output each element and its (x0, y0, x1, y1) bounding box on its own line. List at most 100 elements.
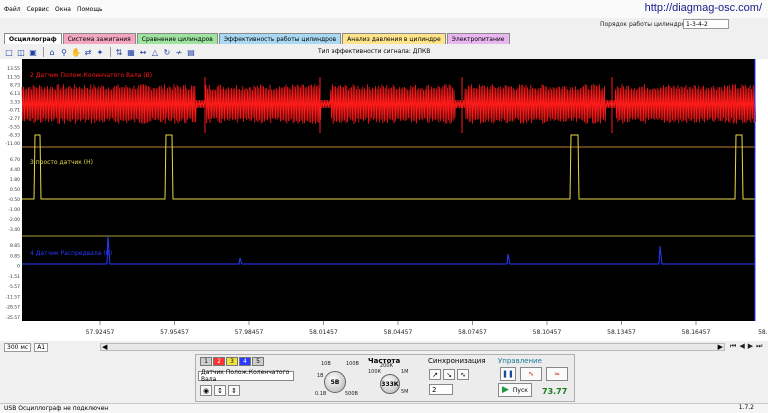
ch2-tick-label: 4.40 (10, 167, 20, 173)
tab-cylinder-efficiency[interactable]: Эффективность работы цилиндров (218, 33, 342, 44)
toolbar-separator (110, 47, 111, 57)
scroll-left-icon[interactable]: ◀ (102, 343, 107, 351)
time-tick-label: 58.16457 (682, 329, 711, 336)
sensor-select[interactable]: Датчик Полож.Коленчатого Вала (198, 369, 294, 383)
channel-select[interactable]: A1 (34, 342, 49, 352)
filter-icon[interactable]: △ (150, 47, 160, 57)
sync-icon[interactable]: ↻ (162, 47, 172, 57)
channel-tab-4[interactable]: 4 (239, 357, 251, 366)
signal-view-icon[interactable]: ∿ (520, 367, 542, 381)
eye-icon[interactable]: ◉ (200, 385, 212, 396)
ch1-tick-label: -11.00 (5, 141, 20, 147)
time-tick-label: 58.10457 (533, 329, 562, 336)
ch2-tick-label: -2.00 (8, 217, 20, 223)
tab-ignition[interactable]: Система зажигания (62, 33, 136, 44)
freq-range-label: 100К (368, 369, 382, 375)
last-page-icon[interactable]: ⏭ (756, 342, 762, 351)
ch1-tick-label: 11.55 (7, 74, 20, 80)
waveform-icon[interactable]: ≈ (546, 367, 568, 381)
sync-channel-select[interactable]: 2 (429, 384, 453, 395)
channel-tabs: 1 2 3 4 5 (200, 357, 265, 366)
control-panel: 1 2 3 4 5 Датчик Полож.Коленчатого Вала … (195, 354, 575, 402)
offset-icon[interactable]: ⇕ (228, 385, 240, 396)
hand-icon[interactable]: ✋ (71, 47, 81, 57)
ch1-tick-label: 8.73 (10, 83, 20, 89)
first-page-icon[interactable]: ⏮ (730, 342, 736, 351)
pause-icon[interactable]: ❚❚ (500, 367, 516, 381)
ch1-label: 2 Датчик Полож.Коленчатого Вала (В) (30, 72, 152, 79)
next-page-icon[interactable]: ▶ (748, 342, 753, 351)
channel-tab-1[interactable]: 1 (200, 357, 212, 366)
toolbar: □ ◫ ▣ ⌂ ⚲ ✋ ⇄ ✦ ⇅ ▦ ↔ △ ↻ ≁ ▤ (4, 45, 198, 59)
ch3-tick-label: -5.57 (8, 284, 20, 290)
oscilloscope-display[interactable]: 13.55 11.55 8.73 6.13 3.33 -0.71 -2.77 -5.55 -8.… (0, 59, 768, 341)
ch3-tick-label: -35.57 (5, 315, 20, 321)
freq-range-label: 5М (401, 389, 409, 395)
site-link[interactable]: http://diagmag-osc.com/ (645, 2, 762, 14)
save-icon[interactable]: ▣ (28, 47, 38, 57)
volt-range-label: 10В (321, 361, 331, 367)
tab-cylinder-compare[interactable]: Сравнение цилиндров (136, 33, 218, 44)
oscilloscope-plot[interactable]: 13.55 11.55 8.73 6.13 3.33 -0.71 -2.77 -5.55 -8.… (0, 59, 768, 341)
volt-knob[interactable]: 5В (324, 371, 346, 393)
status-text: USB Осциллограф не подключен (4, 405, 109, 412)
time-tick-label: 58.1945 (758, 329, 768, 336)
range-icon[interactable]: ↔ (138, 47, 148, 57)
counter-value: 73.77 (542, 387, 568, 396)
cylinder-order-label: Порядок работы цилиндров: (600, 21, 691, 28)
open-folder-icon[interactable]: ◫ (16, 47, 26, 57)
channel-tab-5[interactable]: 5 (252, 357, 264, 366)
timebase-select[interactable]: 300 мс (4, 342, 32, 352)
tab-power[interactable]: Электропитание (446, 33, 510, 44)
grid-icon[interactable]: ▦ (126, 47, 136, 57)
volt-range-label: 100В (346, 361, 359, 367)
ch2-tick-label: 6.70 (10, 157, 20, 163)
new-file-icon[interactable]: □ (4, 47, 14, 57)
ch2-tick-label: 1.80 (10, 177, 20, 183)
ch2-tick-label: -1.00 (8, 207, 20, 213)
menu-service[interactable]: Сервис (27, 6, 49, 13)
signal-type-label[interactable]: Тип эффективности сигнала: ДПКВ (318, 48, 430, 55)
sync-auto-icon[interactable]: ∿ (457, 369, 469, 380)
prev-page-icon[interactable]: ◀ (739, 342, 744, 351)
menu-file[interactable]: Файл (4, 6, 21, 13)
ch1-tick-label: -5.55 (8, 124, 20, 130)
time-scrollbar[interactable]: ◀ ▶ (100, 343, 725, 351)
cursor-icon[interactable]: ✦ (95, 47, 105, 57)
measure-icon[interactable]: ⇄ (83, 47, 93, 57)
cylinder-order-select[interactable]: 1-3-4-2 (683, 19, 729, 29)
sync-fall-icon[interactable]: ↘ (443, 369, 455, 380)
nav-buttons: ⏮ ◀ ▶ ⏭ (730, 342, 765, 351)
volt-range-label: 0.1В (315, 391, 327, 397)
start-button[interactable]: ▶ Пуск (498, 383, 532, 397)
invert-icon[interactable]: ↕ (214, 385, 226, 396)
ch1-tick-label: -8.33 (8, 133, 20, 139)
channel-tab-2[interactable]: 2 (213, 357, 225, 366)
home-icon[interactable]: ⌂ (47, 47, 57, 57)
channel-tab-3[interactable]: 3 (226, 357, 238, 366)
ch3-label: 4 Датчик Распредвала (В) (30, 250, 112, 257)
tab-cylinder-pressure[interactable]: Анализ давления в цилиндре (342, 33, 446, 44)
frequency-knob[interactable]: 333К (380, 374, 400, 394)
time-tick-label: 57.98457 (235, 329, 264, 336)
ch2-tick-label: -3.40 (8, 227, 20, 233)
ch2-tick-label: 0.50 (10, 187, 20, 193)
fft-icon[interactable]: ≁ (174, 47, 184, 57)
start-label: Пуск (512, 386, 528, 394)
scroll-right-icon[interactable]: ▶ (718, 343, 723, 351)
volt-range-label: 500В (345, 391, 358, 397)
sync-rise-icon[interactable]: ↗ (429, 369, 441, 380)
zoom-icon[interactable]: ⚲ (59, 47, 69, 57)
table-icon[interactable]: ▤ (186, 47, 196, 57)
split-icon[interactable]: ⇅ (114, 47, 124, 57)
menu-windows[interactable]: Окна (55, 6, 71, 13)
freq-range-label: 1М (401, 369, 409, 375)
main-tabs: Осциллограф Система зажигания Сравнение … (4, 33, 511, 44)
ch1-tick-label: 3.33 (10, 99, 20, 105)
time-tick-label: 58.01457 (309, 329, 338, 336)
ch1-tick-label: 13.55 (7, 66, 20, 72)
ch3-tick-label: -28.57 (5, 305, 20, 311)
ch3-tick-label: 0.85 (10, 253, 20, 259)
tab-oscilloscope[interactable]: Осциллограф (4, 33, 62, 44)
menu-help[interactable]: Помощь (77, 6, 103, 13)
